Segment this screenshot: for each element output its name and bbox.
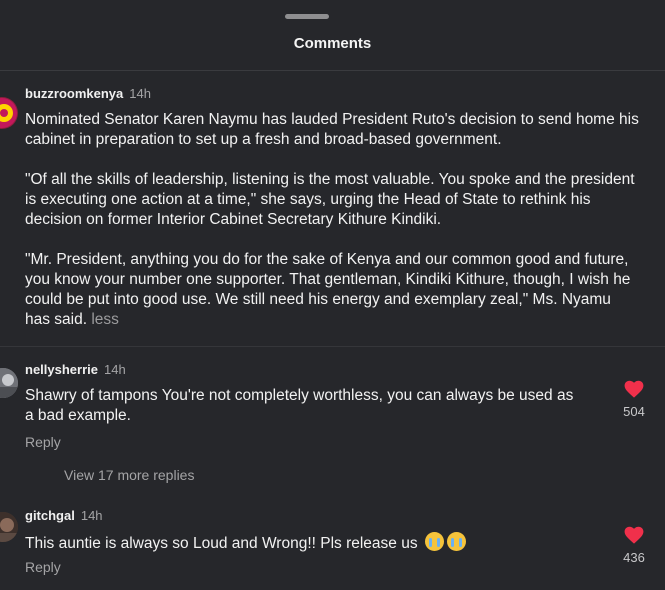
comment-username[interactable]: nellysherrie 14h [25,362,126,377]
comment-paragraph: Nominated Senator Karen Naymu has lauded… [25,111,639,148]
comment-time: 14h [80,508,103,523]
like-count: 436 [623,550,645,565]
reply-button[interactable]: Reply [25,434,61,450]
less-link[interactable]: less [91,311,119,328]
comment-text: This auntie is always so Loud and Wrong!… [25,532,585,554]
like-button[interactable]: 436 [612,526,656,565]
header-divider [0,70,665,71]
avatar[interactable] [0,368,18,398]
comment-paragraph: "Mr. President, anything you do for the … [25,251,631,328]
reply-button[interactable]: Reply [25,559,61,575]
like-count: 504 [623,404,645,419]
comment-time: 14h [104,362,126,377]
comment-divider [0,346,665,347]
heart-icon [624,526,644,544]
comment-paragraph: "Of all the skills of leadership, listen… [25,171,635,228]
like-button[interactable]: 504 [612,380,656,419]
crying-face-emoji [424,532,444,551]
drag-handle[interactable] [285,14,329,19]
sheet-title: Comments [293,35,372,52]
comment-text: Shawry of tampons You're not completely … [25,387,574,424]
crying-face-emoji [446,532,466,551]
view-more-replies-button[interactable]: View 17 more replies [64,467,194,483]
comment-time: 14h [129,86,151,101]
comment-username[interactable]: gitchgal 14h [25,508,103,523]
comment-text: Nominated Senator Karen Naymu has lauded… [25,110,640,330]
avatar[interactable] [0,512,18,542]
heart-icon [624,380,644,398]
comment-username[interactable]: buzzroomkenya 14h [25,86,151,101]
avatar[interactable] [0,97,18,129]
